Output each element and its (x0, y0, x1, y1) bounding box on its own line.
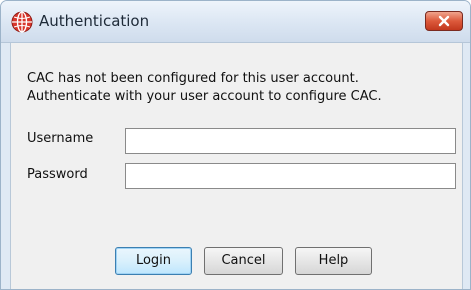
password-label: Password (27, 167, 88, 182)
close-icon (438, 15, 450, 27)
close-button[interactable] (425, 11, 463, 31)
message-line-1: CAC has not been configured for this use… (27, 71, 359, 86)
username-label: Username (27, 131, 94, 146)
globe-icon (11, 11, 33, 33)
password-input[interactable] (125, 163, 456, 189)
window-title: Authentication (39, 12, 150, 30)
help-button[interactable]: Help (295, 247, 372, 275)
dialog-body: CAC has not been configured for this use… (10, 43, 463, 289)
cancel-button[interactable]: Cancel (204, 247, 283, 275)
authentication-dialog: Authentication CAC has not been configur… (0, 0, 471, 290)
title-bar[interactable]: Authentication (1, 1, 470, 42)
message-line-2: Authenticate with your user account to c… (27, 89, 382, 104)
login-button[interactable]: Login (115, 247, 192, 275)
username-input[interactable] (125, 128, 456, 154)
